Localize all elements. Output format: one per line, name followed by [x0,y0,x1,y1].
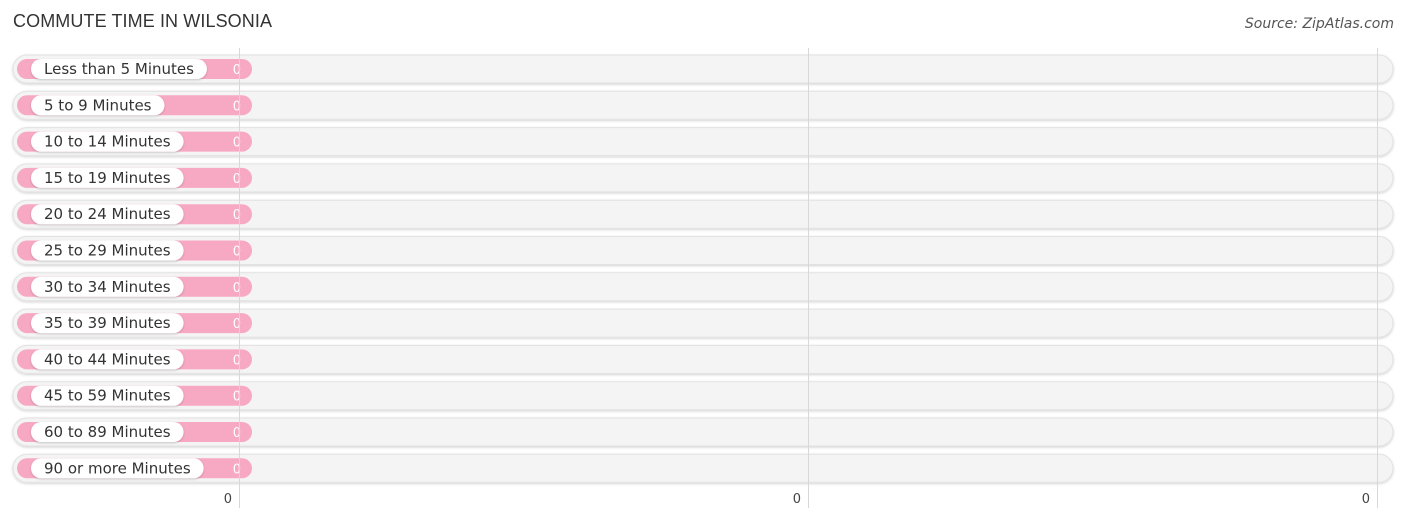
category-label: 35 to 39 Minutes [44,314,171,332]
category-label: 20 to 24 Minutes [44,205,171,223]
category-label: 10 to 14 Minutes [44,133,171,151]
x-tick-label: 0 [1362,492,1370,507]
bar-row: 35 to 39 Minutes 0 [12,308,1394,338]
bar-row: 40 to 44 Minutes 0 [12,344,1394,374]
bar-row: 60 to 89 Minutes 0 [12,417,1394,447]
bar-row: 30 to 34 Minutes 0 [12,272,1394,302]
bar-row: 15 to 19 Minutes 0 [12,163,1394,193]
category-label: 30 to 34 Minutes [44,278,171,296]
category-label: 40 to 44 Minutes [44,350,171,368]
bar-rows: Less than 5 Minutes 0 5 to 9 Minutes 0 10 to… [12,54,1394,483]
bar-chart: Less than 5 Minutes 05 to 9 Minutes 010 to… [12,48,1394,508]
bar-row: 10 to 14 Minutes 0 [12,127,1394,157]
x-tick-label: 0 [793,492,801,507]
category-label: 5 to 9 Minutes [44,96,152,114]
category-label: 15 to 19 Minutes [44,169,171,187]
category-label: 45 to 59 Minutes [44,387,171,405]
bar-row: 25 to 29 Minutes 0 [12,236,1394,265]
x-tick-label: 0 [224,492,232,507]
x-axis-ticks: 0 0 0 [224,492,1370,507]
bar-row: 5 to 9 Minutes 0 [12,90,1394,120]
bar-row: 45 to 59 Minutes 0 [12,381,1394,411]
category-label: 60 to 89 Minutes [44,423,171,441]
bar-row: 90 or more Minutes 0 [12,453,1394,483]
category-label: Less than 5 Minutes [44,60,194,78]
category-label: 25 to 29 Minutes [44,242,171,260]
bar-row: Less than 5 Minutes 0 [12,54,1394,84]
bar-row: 20 to 24 Minutes 0 [12,199,1394,229]
category-label: 90 or more Minutes [44,459,191,477]
